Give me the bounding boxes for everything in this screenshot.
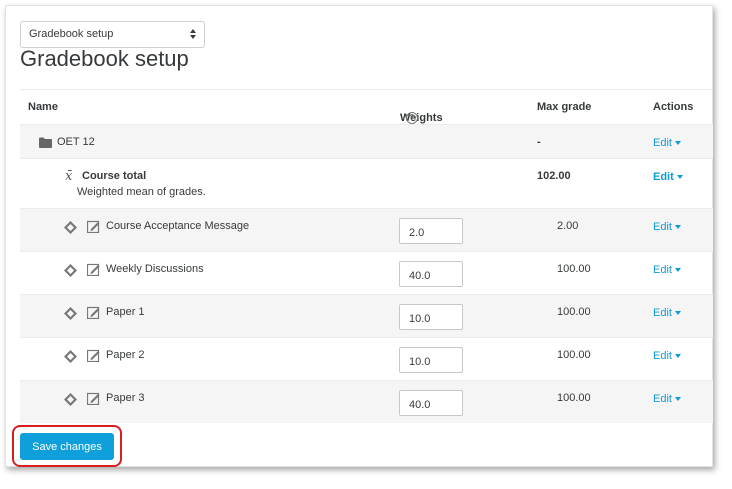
course-total-name: Course total: [82, 170, 147, 182]
table-header: Name Weights? Max grade Actions: [20, 89, 713, 124]
column-name: Name: [28, 101, 58, 113]
caret-down-icon: [674, 268, 681, 273]
category-max-grade: -: [537, 136, 541, 148]
item-name: Course Acceptance Message: [106, 220, 250, 232]
page-selector[interactable]: Gradebook setup: [20, 21, 205, 48]
item-max-grade: 100.00: [557, 349, 591, 361]
caret-down-icon: [674, 141, 681, 146]
edit-label: Edit: [653, 171, 674, 183]
move-icon[interactable]: [64, 393, 77, 406]
item-edit-menu[interactable]: Edit: [653, 264, 681, 276]
assignment-icon: [87, 306, 100, 319]
category-name: OET 12: [57, 136, 95, 148]
item-max-grade: 100.00: [557, 306, 591, 318]
item-name: Paper 3: [106, 392, 145, 404]
caret-down-icon: [676, 175, 683, 180]
assignment-icon: [87, 220, 100, 233]
item-name: Paper 2: [106, 349, 145, 361]
edit-label: Edit: [653, 393, 672, 405]
weight-input[interactable]: [399, 390, 463, 416]
item-max-grade: 2.00: [557, 220, 579, 232]
column-max-grade: Max grade: [537, 101, 592, 113]
assignment-icon: [87, 392, 100, 405]
category-row: OET 12 - Edit: [20, 124, 713, 158]
table-row: Paper 2 100.00 Edit: [20, 337, 713, 380]
table-row: Weekly Discussions 100.00 Edit: [20, 251, 713, 294]
item-edit-menu[interactable]: Edit: [653, 221, 681, 233]
item-max-grade: 100.00: [557, 392, 591, 404]
edit-label: Edit: [653, 350, 672, 362]
page-title: Gradebook setup: [20, 46, 189, 71]
gradebook-table: Name Weights? Max grade Actions OET 12 -…: [20, 89, 713, 423]
course-total-max-grade: 102.00: [537, 170, 571, 182]
question-circle-icon[interactable]: ?: [406, 112, 418, 124]
move-icon[interactable]: [64, 264, 77, 277]
table-row: Paper 1 100.00 Edit: [20, 294, 713, 337]
category-edit-menu[interactable]: Edit: [653, 137, 681, 149]
item-edit-menu[interactable]: Edit: [653, 307, 681, 319]
weight-input[interactable]: [399, 218, 463, 244]
move-icon[interactable]: [64, 350, 77, 363]
edit-label: Edit: [653, 264, 672, 276]
save-changes-button[interactable]: Save changes: [20, 433, 114, 460]
item-name: Weekly Discussions: [106, 263, 204, 275]
caret-down-icon: [674, 311, 681, 316]
course-total-row: x̄ Course total Weighted mean of grades.…: [20, 158, 713, 208]
assignment-icon: [87, 349, 100, 362]
edit-label: Edit: [653, 137, 672, 149]
move-icon[interactable]: [64, 221, 77, 234]
item-edit-menu[interactable]: Edit: [653, 350, 681, 362]
weight-input[interactable]: [399, 347, 463, 373]
folder-icon: [39, 137, 52, 148]
weight-input[interactable]: [399, 261, 463, 287]
course-total-description: Weighted mean of grades.: [77, 186, 206, 198]
edit-label: Edit: [653, 221, 672, 233]
item-edit-menu[interactable]: Edit: [653, 393, 681, 405]
item-max-grade: 100.00: [557, 263, 591, 275]
table-row: Paper 3 100.00 Edit: [20, 380, 713, 423]
table-row: Course Acceptance Message 2.00 Edit: [20, 208, 713, 251]
weight-input[interactable]: [399, 304, 463, 330]
page-selector-value: Gradebook setup: [29, 28, 114, 40]
column-actions: Actions: [653, 101, 694, 113]
caret-down-icon: [674, 354, 681, 359]
item-name: Paper 1: [106, 306, 145, 318]
caret-down-icon: [674, 225, 681, 230]
assignment-icon: [87, 263, 100, 276]
caret-down-icon: [674, 397, 681, 402]
edit-label: Edit: [653, 307, 672, 319]
select-arrows-icon: [190, 29, 196, 41]
sigma-icon: x̄: [65, 169, 73, 184]
course-total-edit-menu[interactable]: Edit: [653, 171, 683, 183]
move-icon[interactable]: [64, 307, 77, 320]
